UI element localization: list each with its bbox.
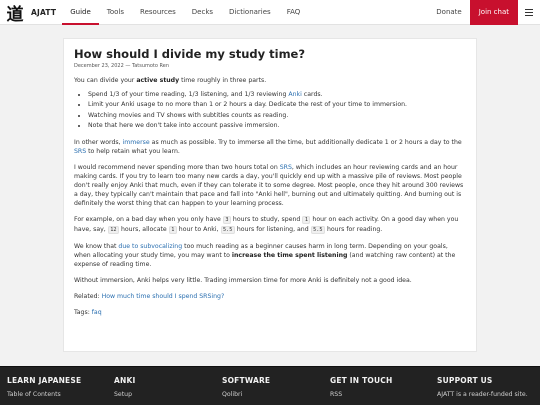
subvocalizing-link[interactable]: due to subvocalizing [118, 243, 182, 250]
footer-heading: SOFTWARE [222, 376, 271, 385]
related-line: Related: How much time should I spend SR… [74, 293, 225, 301]
footer-col-learn: LEARN JAPANESE Table of Contents [7, 376, 81, 399]
paragraph-conclusion: Without immersion, Anki helps very littl… [74, 277, 412, 285]
list-item: Note that here we don't take into accoun… [88, 121, 466, 131]
tag-link-faq[interactable]: faq [92, 309, 102, 316]
footer-col-software: SOFTWARE Qolibri [222, 376, 270, 399]
site-logo[interactable]: 道 [2, 0, 28, 25]
list-item: Limit your Anki usage to no more than 1 … [88, 100, 466, 110]
footer-heading: ANKI [114, 376, 136, 385]
inline-code: 5.5 [220, 226, 235, 235]
nav-link-resources[interactable]: Resources [132, 0, 184, 25]
footer-heading: GET IN TOUCH [330, 376, 393, 385]
paragraph-srs-limit: I would recommend never spending more th… [74, 164, 464, 208]
article-title: How should I divide my study time? [74, 47, 306, 61]
srs-link[interactable]: SRS [280, 164, 292, 171]
donate-link[interactable]: Donate [428, 0, 469, 25]
list-item: Spend 1/3 of your time reading, 1/3 list… [88, 90, 466, 100]
paragraph-subvocalizing: We know that due to subvocalizing too mu… [74, 243, 456, 269]
related-link[interactable]: How much time should I spend SRSing? [102, 293, 225, 300]
study-split-list: Spend 1/3 of your time reading, 1/3 list… [74, 90, 466, 131]
nav-link-dictionaries[interactable]: Dictionaries [221, 0, 279, 25]
nav-link-faq[interactable]: FAQ [279, 0, 309, 25]
immerse-link[interactable]: immerse [123, 139, 150, 146]
footer-heading: LEARN JAPANESE [7, 376, 82, 385]
footer-link[interactable]: Qolibri [222, 391, 270, 399]
article-meta: December 23, 2022 — Tatsumoto Ren [74, 63, 170, 69]
anki-link[interactable]: Anki [288, 91, 301, 98]
inline-code: 12 [107, 226, 119, 235]
top-navbar: 道 AJATT Guide Tools Resources Decks Dict… [0, 0, 540, 25]
brand-name[interactable]: AJATT [31, 8, 56, 17]
nav-link-decks[interactable]: Decks [184, 0, 221, 25]
inline-code: 1 [168, 226, 177, 235]
paragraph-immerse: In other words, immerse as much as possi… [74, 139, 462, 156]
list-item: Watching movies and TV shows with subtit… [88, 111, 466, 121]
footer-col-anki: ANKI Setup [114, 376, 135, 399]
tags-line: Tags: faq [74, 309, 102, 317]
join-chat-button[interactable]: Join chat [469, 0, 518, 25]
footer-col-contact: GET IN TOUCH RSS [330, 376, 392, 399]
footer-heading: SUPPORT US [437, 376, 493, 385]
footer-link[interactable]: Setup [114, 391, 135, 399]
hamburger-menu-icon[interactable] [518, 0, 540, 25]
inline-code: 3 [222, 216, 231, 225]
footer-text: AJATT is a reader-funded site. [437, 391, 528, 398]
nav-link-guide[interactable]: Guide [62, 0, 99, 25]
site-footer: LEARN JAPANESE Table of Contents ANKI Se… [0, 366, 540, 405]
article-card: How should I divide my study time? Decem… [63, 38, 477, 352]
nav-link-tools[interactable]: Tools [99, 0, 132, 25]
paragraph-example: For example, on a bad day when you only … [74, 216, 459, 235]
srs-link[interactable]: SRS [74, 148, 86, 155]
inline-code: 5.5 [310, 226, 325, 235]
footer-link[interactable]: Table of Contents [7, 391, 81, 399]
intro-paragraph: You can divide your active study time ro… [74, 77, 267, 84]
footer-col-support: SUPPORT US AJATT is a reader-funded site… [437, 376, 528, 399]
footer-link[interactable]: RSS [330, 391, 392, 399]
